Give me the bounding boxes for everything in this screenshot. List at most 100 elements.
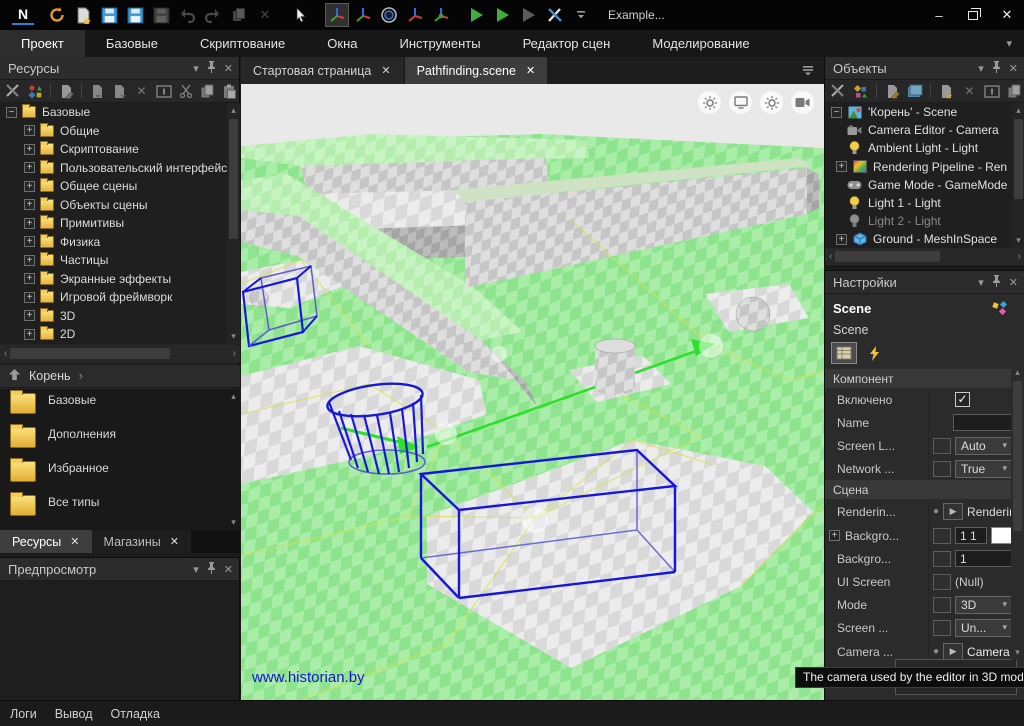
res-edit-icon[interactable] [57,82,75,100]
default-value-button[interactable] [933,528,951,544]
minimize-button[interactable]: – [922,0,956,30]
close-button[interactable]: ✕ [990,0,1024,30]
tree-item[interactable]: +2D [0,325,240,344]
tree-item-scene-root[interactable]: − 'Корень' - Scene [825,103,1024,121]
expand-icon[interactable]: + [24,199,35,210]
save-as-icon[interactable] [123,3,147,27]
mesh-cylinder-center[interactable] [595,339,635,395]
section-scene[interactable]: Сцена [825,480,1024,499]
menu-modeling[interactable]: Моделирование [631,30,770,57]
res-delete-icon[interactable]: ✕ [132,82,150,100]
default-value-button[interactable] [933,438,951,454]
obj-display-options-icon[interactable] [852,82,871,100]
expand-icon[interactable]: + [24,162,35,173]
mesh-sphere-right[interactable] [736,297,770,331]
sun-icon[interactable] [760,91,783,114]
objects-close-icon[interactable]: ✕ [1009,62,1018,75]
list-item[interactable]: Базовые [0,389,240,423]
res-copy-icon[interactable] [199,82,217,100]
obj-window-icon[interactable] [906,82,925,100]
select-cursor-icon[interactable] [289,3,313,27]
settings-close-icon[interactable]: ✕ [1009,276,1018,289]
tree-item[interactable]: +Скриптование [0,140,240,159]
move-snap-tool-icon[interactable] [351,3,375,27]
tab-start-page[interactable]: Стартовая страница✕ [241,57,403,84]
objects-hscrollbar[interactable]: ‹ › [825,248,1024,265]
duplicate-icon[interactable] [227,3,251,27]
resources-tree-scrollbar[interactable]: ▴ ▾ [227,103,240,344]
statusbar-output[interactable]: Вывод [55,707,93,721]
tree-item[interactable]: +Физика [0,233,240,252]
expand-icon[interactable]: + [24,292,35,303]
enabled-checkbox[interactable]: ✓ [955,392,970,407]
tree-item-game-mode[interactable]: Game Mode - GameMode [825,176,1024,194]
res-rename-icon[interactable] [155,82,173,100]
expand-icon[interactable]: + [24,273,35,284]
breadcrumb-root[interactable]: Корень [29,369,71,383]
menu-scene-editor[interactable]: Редактор сцен [502,30,632,57]
menu-tools[interactable]: Инструменты [379,30,502,57]
preview-menu-icon[interactable]: ▾ [193,563,199,576]
default-value-button[interactable] [933,597,951,613]
tree-item[interactable]: +Общее сцены [0,177,240,196]
expand-icon[interactable]: + [24,255,35,266]
expand-icon[interactable]: + [24,218,35,229]
reference-button[interactable]: ▶ [943,643,963,660]
undo-icon[interactable] [175,3,199,27]
statusbar-logs[interactable]: Логи [10,707,37,721]
scene-viewport[interactable]: www.historian.by [241,84,824,700]
watermark-link[interactable]: www.historian.by [252,669,365,686]
expand-icon[interactable]: + [829,530,840,541]
tree-item[interactable]: +Объекты сцены [0,196,240,215]
tab-stores[interactable]: Магазины✕ [92,530,191,553]
collapse-icon[interactable]: − [6,107,17,118]
play-icon[interactable] [465,3,489,27]
new-file-icon[interactable] [71,3,95,27]
expand-icon[interactable]: + [24,310,35,321]
redo-icon[interactable] [201,3,225,27]
lighting-icon[interactable] [698,91,721,114]
menu-windows[interactable]: Окна [306,30,378,57]
tab-list-menu-icon[interactable] [802,57,824,84]
res-settings-icon[interactable] [4,82,22,100]
close-icon[interactable]: ✕ [526,64,535,77]
settings-scrollbar[interactable]: ▴ ▾ [1011,365,1024,660]
mode-dropdown[interactable]: 3D▾ [955,596,1013,614]
expand-icon[interactable]: + [24,125,35,136]
close-icon[interactable]: ✕ [70,535,79,548]
transform-snap-tool-icon[interactable] [429,3,453,27]
properties-view-button[interactable] [831,342,857,364]
refresh-icon[interactable] [45,3,69,27]
expand-icon[interactable]: + [836,161,847,172]
resources-hscrollbar[interactable]: ‹ › [0,345,240,362]
objects-tree-scrollbar[interactable]: ▴ ▾ [1012,103,1024,248]
res-paste-icon[interactable] [221,82,239,100]
expand-icon[interactable]: + [24,144,35,155]
default-value-button[interactable] [933,551,951,567]
res-cut-icon[interactable] [177,82,195,100]
settings-menu-icon[interactable]: ▾ [978,276,984,289]
obj-settings-icon[interactable] [829,82,848,100]
tree-item-light-1[interactable]: Light 1 - Light [825,194,1024,212]
obj-new-icon[interactable] [937,82,956,100]
network-dropdown[interactable]: True▾ [955,460,1013,478]
expand-icon[interactable]: + [24,181,35,192]
tree-item-light-2[interactable]: Light 2 - Light [825,212,1024,230]
section-component[interactable]: Компонент [825,369,1024,388]
tree-item-ground[interactable]: + Ground - MeshInSpace [825,230,1024,248]
toolbar-options-icon[interactable] [569,3,593,27]
menu-overflow-icon[interactable]: ▾ [994,30,1024,57]
up-level-icon[interactable] [8,368,21,384]
objects-pin-icon[interactable] [992,61,1001,76]
tools-icon[interactable] [543,3,567,27]
res-export-icon[interactable] [110,82,128,100]
ui-screen-value[interactable]: (Null) [955,575,984,589]
obj-edit-icon[interactable] [883,82,902,100]
move-tool-icon[interactable] [325,3,349,27]
tree-item[interactable]: +3D [0,307,240,326]
tree-item[interactable]: −Базовые [0,103,240,122]
restore-button[interactable] [956,0,990,30]
resources-close-icon[interactable]: ✕ [224,62,233,75]
background-color-input[interactable]: 1 1 [955,527,987,544]
obj-delete-icon[interactable]: ✕ [960,82,979,100]
